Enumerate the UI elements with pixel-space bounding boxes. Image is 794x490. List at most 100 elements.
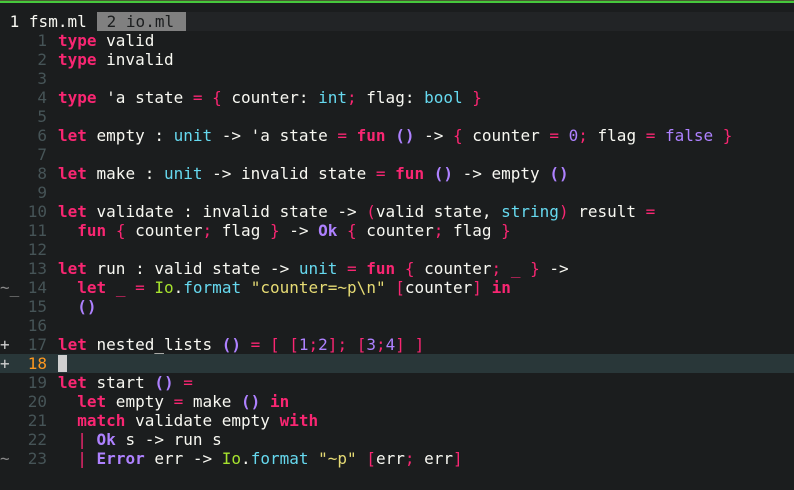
code-token: ]	[395, 335, 405, 354]
code-line[interactable]: 8 let make : unit -> invalid state = fun …	[0, 164, 794, 183]
code-token: ()	[395, 126, 415, 145]
code-token: run : valid state ->	[86, 259, 299, 278]
code-token: [	[289, 335, 299, 354]
code-line[interactable]: 9	[0, 183, 794, 202]
code-token: false	[664, 126, 714, 145]
code-line[interactable]: 7	[0, 145, 794, 164]
code-line[interactable]: 6 let empty : unit -> 'a state = fun () -…	[0, 126, 794, 145]
code-text: ()	[58, 297, 96, 316]
code-token: =	[135, 278, 145, 297]
code-line[interactable]: 20 let empty = make () in	[0, 392, 794, 411]
code-token: 0	[568, 126, 579, 145]
code-token: =	[375, 164, 386, 183]
tab-fsm-ml[interactable]: 1 fsm.ml	[0, 12, 97, 31]
line-number: 20	[27, 392, 47, 411]
code-line[interactable]: 13 let run : valid state -> unit = fun { …	[0, 259, 794, 278]
code-token: ]	[327, 335, 338, 354]
code-line[interactable]: ~_ 14 let _ = Io.format "counter=~p\n" [c…	[0, 278, 794, 297]
code-line[interactable]: 15 ()	[0, 297, 794, 316]
code-text: let empty = make () in	[58, 392, 289, 411]
code-line[interactable]: 3	[0, 69, 794, 88]
tab-io-ml[interactable]: 2 io.ml	[97, 12, 186, 31]
code-line[interactable]: 12	[0, 240, 794, 259]
code-line[interactable]: 19 let start () =	[0, 373, 794, 392]
code-token: validate : invalid state ->	[86, 202, 367, 221]
code-line[interactable]: 10 let validate : invalid state -> (valid…	[0, 202, 794, 221]
code-line[interactable]: 22 | Ok s -> run s	[0, 430, 794, 449]
code-token: flag:	[356, 88, 425, 107]
code-token: type	[58, 50, 97, 69]
code-token: [	[269, 335, 280, 354]
line-number: 14	[27, 278, 47, 297]
code-token: ;	[347, 88, 357, 107]
code-token: }	[472, 88, 482, 107]
code-token: ]	[414, 335, 425, 354]
code-line[interactable]: 5	[0, 107, 794, 126]
code-token: unit	[163, 164, 203, 183]
line-number: 8	[37, 164, 47, 183]
line-number: 21	[27, 411, 47, 430]
code-line[interactable]: 2 type invalid	[0, 50, 794, 69]
code-token: [	[356, 335, 367, 354]
line-number: 18	[27, 354, 47, 373]
code-token: type	[58, 31, 97, 50]
tab-label: fsm.ml	[28, 12, 87, 31]
line-number: 2	[37, 50, 47, 69]
line-number: 10	[27, 202, 47, 221]
code-token: let	[58, 259, 87, 278]
code-line[interactable]: 21 match validate empty with	[0, 411, 794, 430]
code-token: start	[86, 373, 155, 392]
code-token: "counter=~p\n"	[250, 278, 386, 297]
code-token: with	[279, 411, 319, 430]
code-text: type 'a state = { counter: int; flag: bo…	[58, 88, 482, 107]
code-token: =	[250, 335, 261, 354]
code-token: make	[183, 392, 242, 411]
code-token: flag	[443, 221, 502, 240]
code-token: let	[58, 126, 87, 145]
code-token: let	[77, 392, 107, 411]
tab-label: io.ml	[125, 12, 175, 31]
code-line[interactable]: +17 let nested_lists () = [ [1;2]; [3;4] …	[0, 335, 794, 354]
code-token: empty	[106, 392, 174, 411]
code-token: let	[58, 335, 87, 354]
code-line[interactable]: ~23 | Error err -> Io.format "~p" [err; …	[0, 449, 794, 468]
code-token: valid	[96, 31, 155, 50]
code-token: {	[212, 88, 222, 107]
code-token: format	[183, 278, 242, 297]
code-token: =	[183, 373, 193, 392]
code-token: .	[241, 449, 251, 468]
code-line[interactable]: 1 type valid	[0, 31, 794, 50]
code-token: err ->	[144, 449, 222, 468]
code-line[interactable]: +18	[0, 354, 794, 373]
code-line[interactable]: 16	[0, 316, 794, 335]
code-token: }	[722, 126, 733, 145]
code-text: let make : unit -> invalid state = fun (…	[58, 164, 569, 183]
code-token: "~p"	[318, 449, 357, 468]
code-token: fun	[77, 221, 107, 240]
code-token: |	[77, 449, 87, 468]
code-line[interactable]: 11 fun { counter; flag } -> Ok { counter…	[0, 221, 794, 240]
code-line[interactable]: 4 type 'a state = { counter: int; flag: b…	[0, 88, 794, 107]
code-token: ;	[308, 335, 319, 354]
code-token: s -> run s	[115, 430, 222, 449]
code-text: | Error err -> Io.format "~p" [err; err]	[58, 449, 462, 468]
code-token: ;	[491, 259, 502, 278]
line-number: 19	[27, 373, 47, 392]
